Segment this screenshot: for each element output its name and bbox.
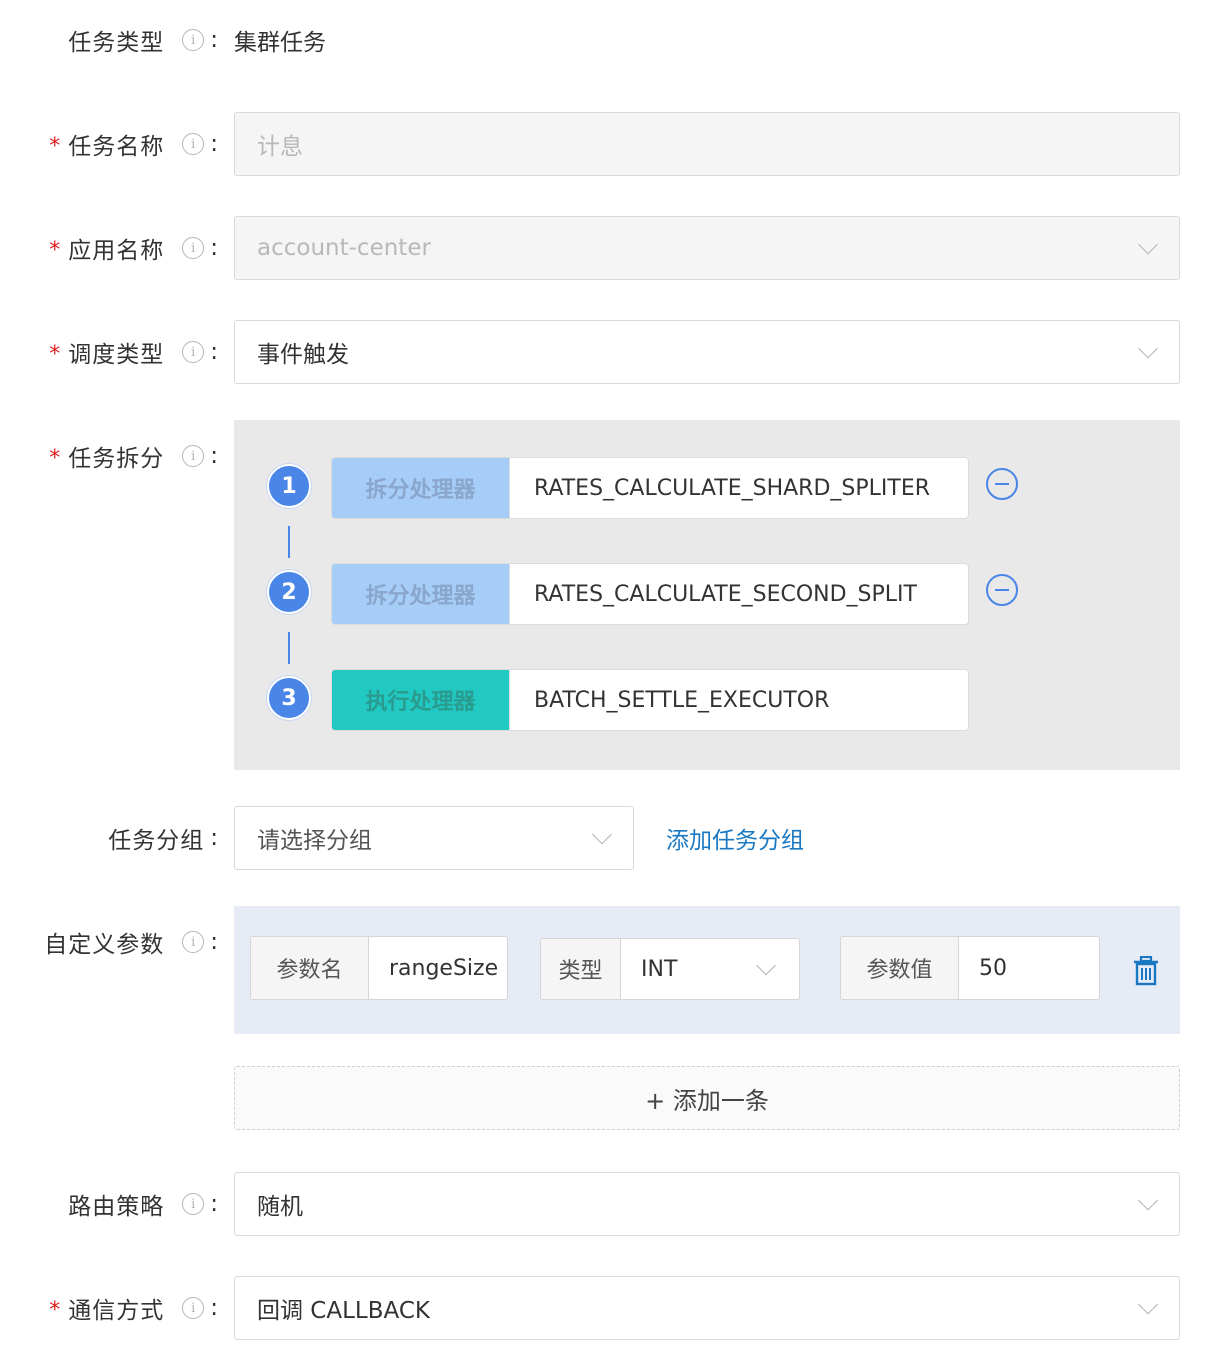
execute-handler[interactable]: 执行处理器 BATCH_SETTLE_EXECUTOR: [331, 669, 969, 731]
info-icon[interactable]: i: [182, 931, 205, 953]
param-type-select[interactable]: INT: [621, 939, 799, 999]
task-type-value: 集群任务: [234, 30, 326, 56]
custom-params-label: 自定义参数 i :: [44, 929, 218, 958]
required-mark: *: [49, 237, 61, 263]
required-mark: *: [49, 133, 61, 159]
step-number-badge: 2: [267, 570, 311, 614]
comm-mode-select[interactable]: 回调 CALLBACK: [234, 1276, 1180, 1340]
trash-icon[interactable]: [1132, 956, 1160, 986]
param-value-addon: 参数值: [841, 937, 959, 999]
param-name-group: 参数名 rangeSize: [250, 936, 508, 1000]
minus-circle-icon[interactable]: [986, 468, 1018, 500]
split-handler-2[interactable]: 拆分处理器 RATES_CALCULATE_SECOND_SPLIT: [331, 563, 969, 625]
param-value-input[interactable]: 50: [959, 937, 1099, 999]
app-name-select[interactable]: account-center: [234, 216, 1180, 280]
required-mark: *: [49, 341, 61, 367]
task-group-label: 任务分组 :: [108, 825, 218, 854]
step-connector: [288, 526, 290, 558]
required-mark: *: [49, 1297, 61, 1323]
split-handler-1[interactable]: 拆分处理器 RATES_CALCULATE_SHARD_SPLITER: [331, 457, 969, 519]
task-name-input[interactable]: 计息: [234, 112, 1180, 176]
param-type-group: 类型 INT: [540, 938, 800, 1000]
add-task-group-link[interactable]: 添加任务分组: [666, 806, 804, 870]
task-form: 任务类型 i : 集群任务 * 任务名称 i : 计息 * 应用名称 i : a…: [0, 0, 1212, 1356]
task-name-label: * 任务名称 i :: [49, 131, 218, 160]
handler-type-tag: 拆分处理器: [332, 564, 510, 624]
route-strategy-label: 路由策略 i :: [68, 1191, 218, 1220]
info-icon[interactable]: i: [182, 1193, 205, 1215]
task-split-panel: 1 拆分处理器 RATES_CALCULATE_SHARD_SPLITER 2 …: [234, 420, 1180, 770]
chevron-down-icon: [1138, 234, 1158, 255]
info-icon[interactable]: i: [182, 1297, 205, 1319]
task-group-select[interactable]: 请选择分组: [234, 806, 634, 870]
chevron-down-icon: [1138, 1294, 1158, 1315]
info-icon[interactable]: i: [182, 29, 205, 51]
handler-type-tag: 执行处理器: [332, 670, 510, 730]
info-icon[interactable]: i: [182, 237, 205, 259]
param-name-addon: 参数名: [251, 937, 369, 999]
handler-value[interactable]: BATCH_SETTLE_EXECUTOR: [510, 670, 968, 730]
step-connector: [288, 632, 290, 664]
task-split-label: * 任务拆分 i :: [49, 443, 218, 472]
chevron-down-icon: [592, 824, 612, 845]
param-value-group: 参数值 50: [840, 936, 1100, 1000]
handler-value[interactable]: RATES_CALCULATE_SECOND_SPLIT: [510, 564, 968, 624]
chevron-down-icon: [756, 955, 776, 976]
handler-type-tag: 拆分处理器: [332, 458, 510, 518]
chevron-down-icon: [1138, 1190, 1158, 1211]
step-number-badge: 1: [267, 464, 311, 508]
chevron-down-icon: [1138, 338, 1158, 359]
task-type-label: 任务类型 i :: [68, 27, 218, 56]
add-param-button[interactable]: + 添加一条: [234, 1066, 1180, 1130]
handler-value[interactable]: RATES_CALCULATE_SHARD_SPLITER: [510, 458, 968, 518]
step-number-badge: 3: [267, 676, 311, 720]
schedule-type-select[interactable]: 事件触发: [234, 320, 1180, 384]
route-strategy-select[interactable]: 随机: [234, 1172, 1180, 1236]
app-name-label: * 应用名称 i :: [49, 235, 218, 264]
custom-param-item: 参数名 rangeSize 类型 INT 参数值 50: [234, 906, 1180, 1034]
info-icon[interactable]: i: [182, 133, 205, 155]
schedule-type-label: * 调度类型 i :: [49, 339, 218, 368]
comm-mode-label: * 通信方式 i :: [49, 1295, 218, 1324]
required-mark: *: [49, 445, 61, 471]
minus-circle-icon[interactable]: [986, 574, 1018, 606]
param-name-input[interactable]: rangeSize: [369, 937, 507, 999]
info-icon[interactable]: i: [182, 445, 205, 467]
param-type-addon: 类型: [541, 939, 621, 999]
info-icon[interactable]: i: [182, 341, 205, 363]
